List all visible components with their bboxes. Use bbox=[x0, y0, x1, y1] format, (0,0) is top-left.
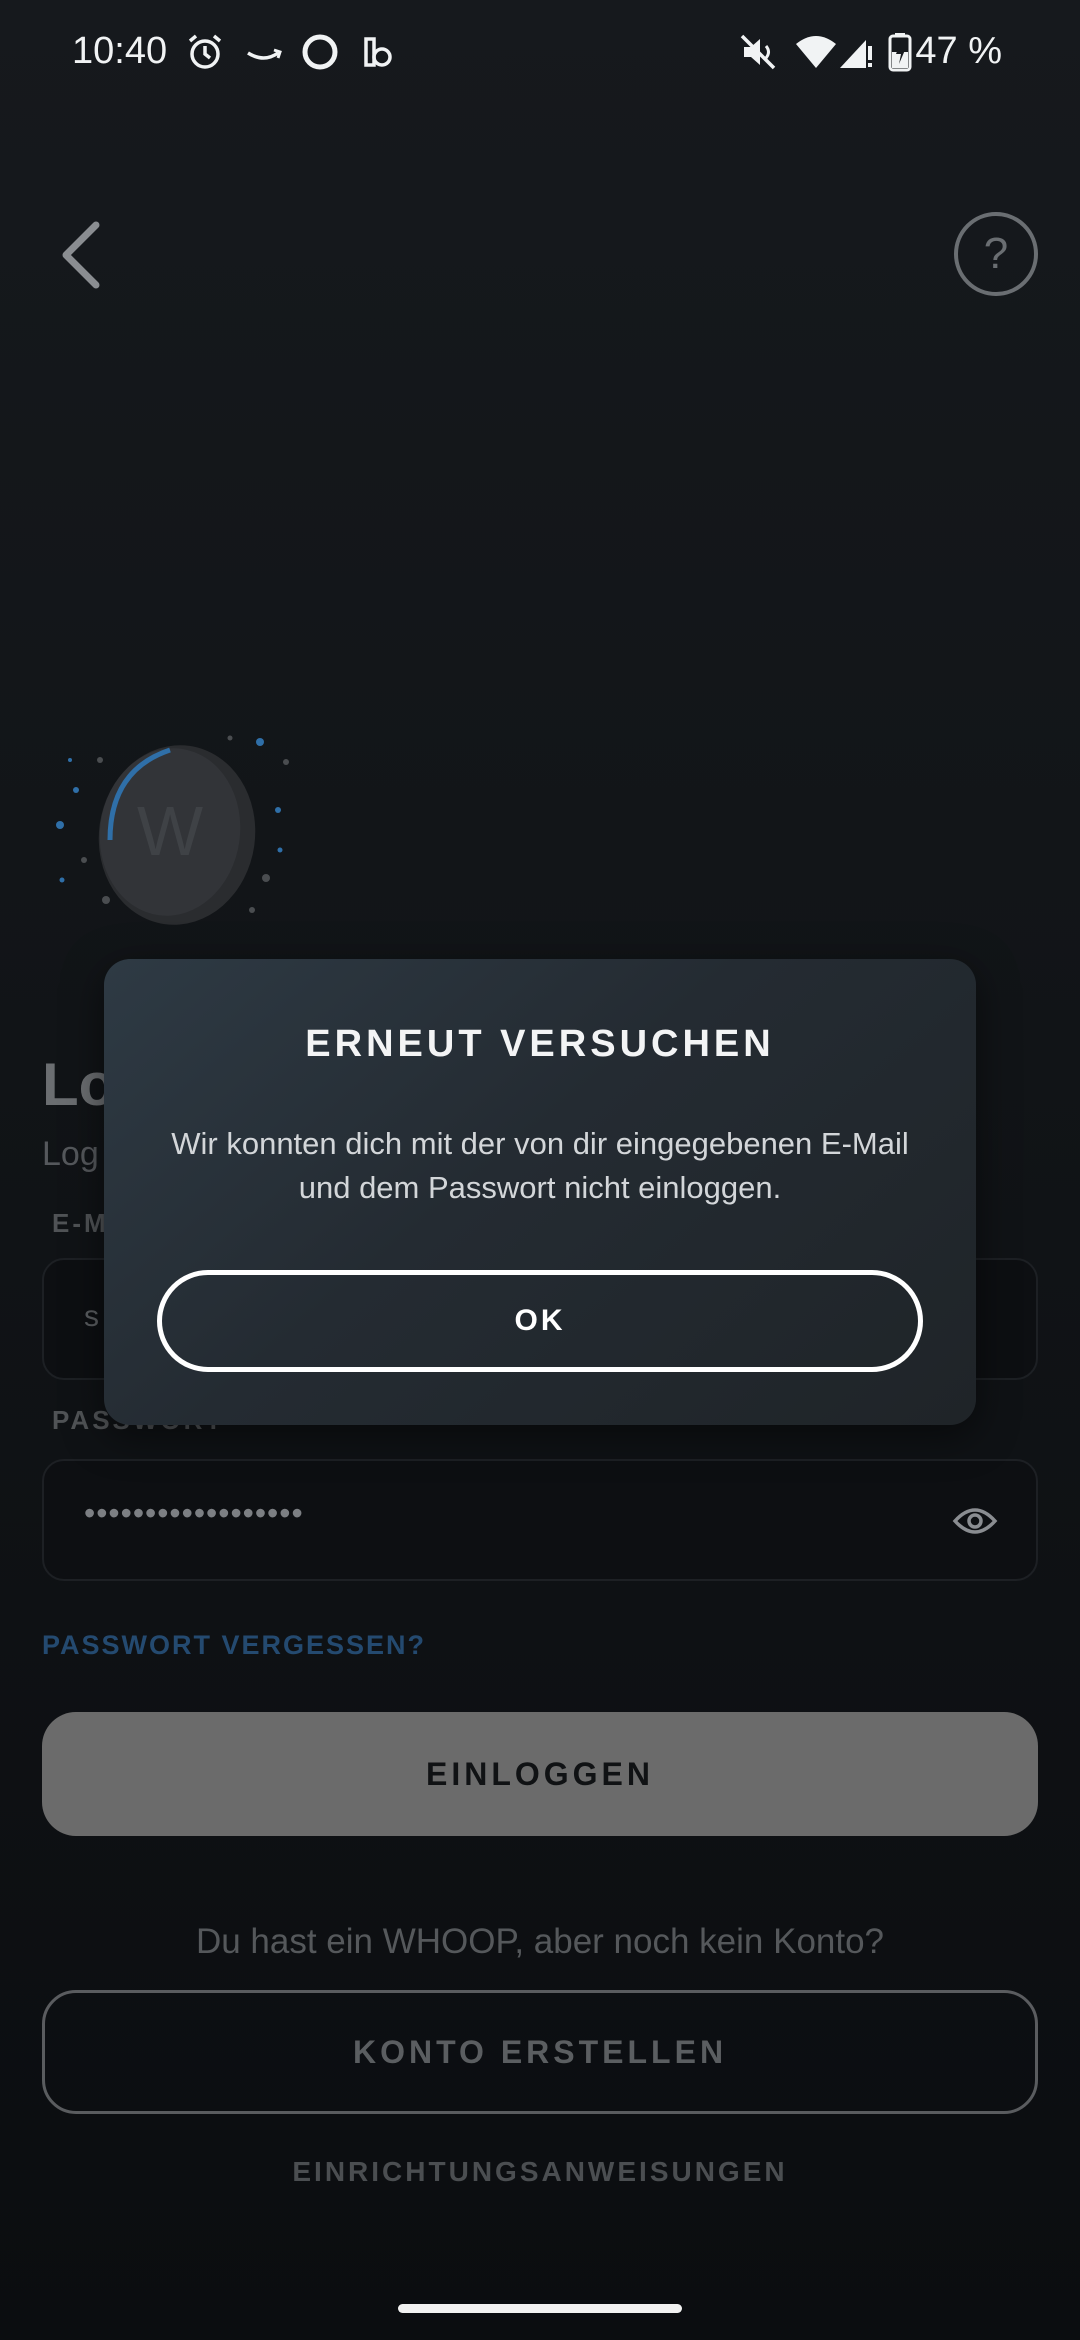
error-dialog: ERNEUT VERSUCHEN Wir konnten dich mit de… bbox=[104, 959, 976, 1425]
status-bar: 10:40 47 % bbox=[0, 0, 1080, 110]
app-icon bbox=[360, 30, 394, 74]
dialog-title: ERNEUT VERSUCHEN bbox=[305, 1023, 775, 1065]
chevron-left-icon bbox=[62, 221, 100, 289]
battery-icon bbox=[888, 30, 912, 74]
email-value: s bbox=[84, 1300, 99, 1333]
mute-icon bbox=[738, 30, 778, 74]
login-subtitle: Log bbox=[42, 1135, 99, 1173]
whoop-device-illustration: W bbox=[40, 720, 310, 940]
status-time: 10:40 bbox=[72, 30, 168, 72]
email-label: E-M bbox=[52, 1208, 109, 1238]
login-button[interactable]: EINLOGGEN bbox=[42, 1712, 1038, 1836]
eye-icon[interactable] bbox=[952, 1503, 998, 1539]
back-button[interactable] bbox=[50, 215, 120, 295]
ok-button[interactable]: OK bbox=[157, 1270, 923, 1372]
home-indicator[interactable] bbox=[398, 2304, 682, 2313]
circle-app-icon bbox=[300, 30, 340, 74]
setup-instructions-link[interactable]: EINRICHTUNGSANWEISUNGEN bbox=[0, 2156, 1080, 2188]
wifi-icon bbox=[794, 30, 838, 74]
no-account-text: Du hast ein WHOOP, aber noch kein Konto? bbox=[195, 1922, 885, 1961]
dialog-message: Wir konnten dich mit der von dir eingege… bbox=[171, 1126, 909, 1205]
password-field[interactable]: •••••••••••••••••• bbox=[42, 1459, 1038, 1581]
help-icon: ? bbox=[983, 229, 1009, 278]
forgot-password-link[interactable]: PASSWORT VERGESSEN? bbox=[42, 1630, 426, 1661]
device-logo: W bbox=[137, 792, 203, 870]
alarm-icon bbox=[186, 30, 224, 74]
signal-icon bbox=[838, 30, 874, 74]
battery-percent: 47 % bbox=[915, 30, 1002, 72]
help-button[interactable]: ? bbox=[954, 212, 1038, 296]
password-value: •••••••••••••••••• bbox=[84, 1495, 304, 1531]
create-account-button[interactable]: KONTO ERSTELLEN bbox=[42, 1990, 1038, 2114]
amazon-icon bbox=[244, 30, 284, 74]
